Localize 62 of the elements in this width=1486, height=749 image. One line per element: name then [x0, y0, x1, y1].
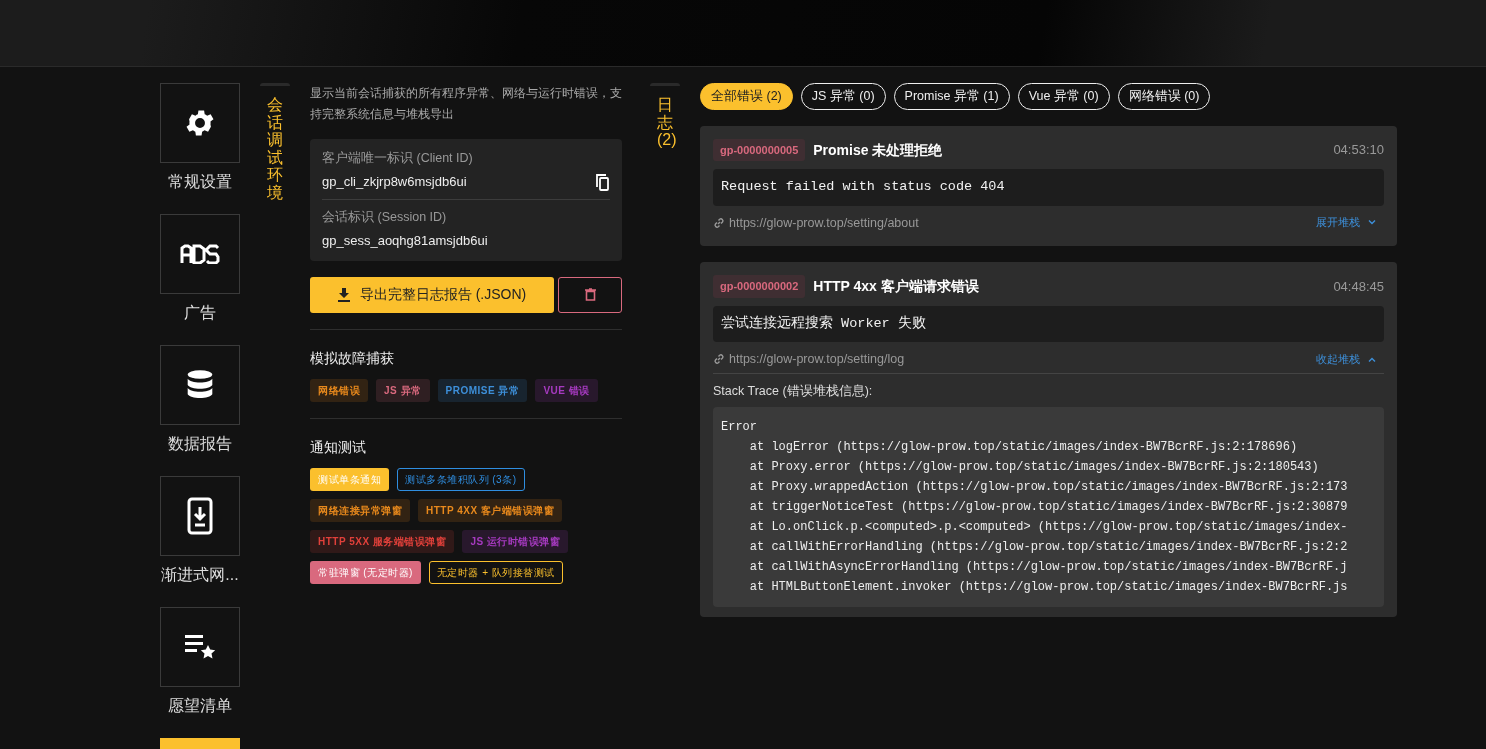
notice-test-button[interactable]: 网络连接异常弹窗 [310, 498, 410, 522]
field-value: gp_cli_zkjrp8w6msjdb6ui [322, 172, 467, 191]
error-title: Promise 未处理拒绝 [813, 140, 943, 160]
section-title: 通知测试 [310, 437, 367, 457]
stack-line: at triggerNoticeTest (https://glow-prow.top/static/images/index-BW7BcrRF.js:2:30879 [748, 498, 1349, 516]
sidebar-tile[interactable] [160, 607, 240, 687]
sidebar-label: 数据报告 [167, 434, 233, 454]
stack-line: at HTMLButtonElement.invoker (https://glow-prow.top/static/images/index-BW7BcrRF.js [748, 578, 1349, 596]
error-message: 尝试连接远程搜索 Worker 失败 [713, 305, 1384, 342]
copy-icon[interactable] [594, 172, 610, 191]
sidebar-tile[interactable] [160, 83, 240, 163]
session-tab-label[interactable]: 会话调试环境 [267, 96, 283, 202]
error-time: 04:53:10 [1333, 141, 1384, 160]
sidebar-label: 广告 [183, 303, 217, 323]
notice-test-button[interactable]: HTTP 5XX 服务端错误弹窗 [310, 529, 455, 553]
notice-test-button[interactable]: JS 运行时错误弹窗 [462, 529, 569, 553]
fault-trigger-button[interactable]: VUE 错误 [535, 378, 598, 402]
stack-line: Error [721, 418, 758, 436]
fault-trigger-button[interactable]: 网络错误 [310, 378, 368, 402]
stack-line: at Proxy.error (https://glow-prow.top/static/images/index-BW7BcrRF.js:2:180543) [748, 458, 1320, 476]
error-id: gp-0000000002 [713, 275, 806, 298]
ads-icon [180, 244, 220, 264]
field-value: gp_sess_aoqhg81amsjdb6ui [322, 232, 488, 250]
trash-icon [584, 288, 596, 301]
stack-toggle-link[interactable]: 收起堆栈 [1316, 351, 1384, 368]
field-label: 客户端唯一标识 (Client ID) [322, 150, 474, 167]
fault-trigger-button[interactable]: JS 异常 [376, 378, 430, 402]
sidebar-label: 常规设置 [167, 172, 233, 192]
fault-trigger-button[interactable]: PROMISE 异常 [437, 378, 528, 402]
link-icon [713, 353, 725, 366]
sidebar-label: 渐进式网... [160, 565, 240, 585]
stack-line: at callWithAsyncErrorHandling (https://glow-prow.top/static/images/index-BW7BcrRF.j [748, 558, 1349, 576]
error-title: HTTP 4xx 客户端请求错误 [813, 277, 979, 296]
sidebar-tile[interactable] [160, 476, 240, 556]
notice-test-button[interactable]: 常驻弹窗 (无定时器) [310, 560, 421, 584]
stack-line: at Lo.onClick.p.<computed>.p.<computed> (https://glow-prow.top/static/images/index- [748, 518, 1349, 536]
stack-toggle-link[interactable]: 展开堆栈 [1316, 215, 1384, 231]
notice-test-button[interactable]: 无定时器 + 队列接替测试 [428, 560, 563, 584]
field-label: 会话标识 (Session ID) [322, 209, 448, 227]
phone-download-icon [187, 497, 213, 535]
stack-line: at logError (https://glow-prow.top/static/images/index-BW7BcrRF.js:2:178696) [748, 438, 1299, 456]
sidebar-label: 愿望清单 [167, 696, 233, 716]
sidebar-tile[interactable] [160, 214, 240, 294]
stack-line: at Proxy.wrappedAction (https://glow-prow.top/static/images/index-BW7BcrRF.js:2:173 [748, 478, 1349, 496]
sidebar-tile[interactable] [160, 345, 240, 425]
link-icon [713, 216, 725, 229]
delete-button[interactable] [558, 276, 622, 313]
page-url: https://glow-prow.top/setting/about [729, 214, 919, 232]
export-button[interactable]: 导出完整日志报告 (.JSON) [310, 276, 554, 313]
database-icon [185, 369, 215, 401]
page-url: https://glow-prow.top/setting/log [729, 351, 905, 368]
error-time: 04:48:45 [1333, 277, 1384, 296]
section-title: 模拟故障捕获 [310, 348, 395, 368]
notice-test-button[interactable]: HTTP 4XX 客户端错误弹窗 [418, 498, 563, 522]
notice-test-button[interactable]: 测试多条堆积队列 (3条) [397, 467, 525, 491]
error-id: gp-0000000005 [713, 138, 806, 162]
download-icon [337, 287, 350, 302]
error-message: Request failed with status code 404 [713, 169, 1384, 206]
stack-trace-title: Stack Trace (错误堆栈信息): [713, 382, 874, 400]
filter-tab[interactable]: 全部错误 (2) [700, 83, 793, 110]
panel-description: 显示当前会话捕获的所有程序异常、网络与运行时错误，支持完整系统信息与堆栈导出 [310, 85, 622, 123]
stack-line: at callWithErrorHandling (https://glow-prow.top/static/images/index-BW7BcrRF.js:2:2 [748, 538, 1349, 556]
